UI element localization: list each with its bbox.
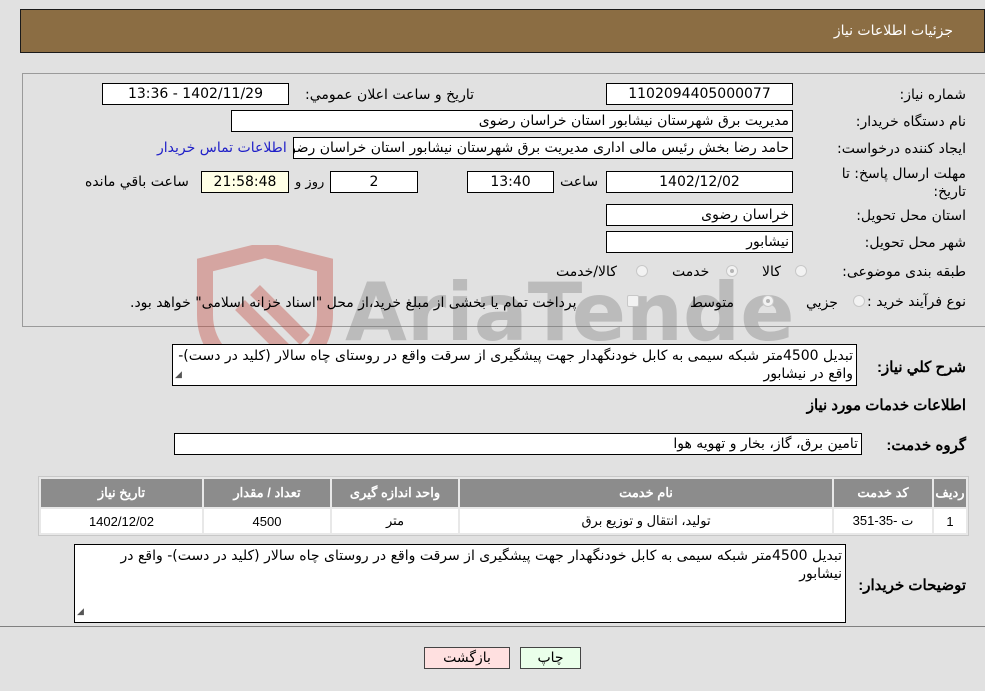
category-both-label: کالا/خدمت	[556, 264, 617, 280]
buyer-contact-link[interactable]: اطلاعات تماس خریدار	[157, 140, 287, 156]
cell-qty: 4500	[204, 509, 330, 533]
process-medium-radio[interactable]	[762, 295, 774, 307]
deadline-time-field: 13:40	[467, 171, 554, 193]
deadline-date-field: 1402/12/02	[606, 171, 793, 193]
divider	[0, 626, 985, 627]
announce-date-field: 1402/11/29 - 13:36	[102, 83, 289, 105]
category-both-radio[interactable]	[636, 265, 648, 277]
table-row: 1 ت -35-351 تولید، انتقال و توزیع برق مت…	[41, 509, 966, 533]
city-field: نیشابور	[606, 231, 793, 253]
buyer-org-field: مدیریت برق شهرستان نیشابور استان خراسان …	[231, 110, 793, 132]
table-header-row: ردیف کد خدمت نام خدمت واحد اندازه گیری ت…	[41, 479, 966, 507]
process-minor-radio[interactable]	[853, 295, 865, 307]
announce-label: تاریخ و ساعت اعلان عمومي:	[305, 87, 474, 103]
cell-unit: متر	[332, 509, 458, 533]
city-label: شهر محل تحویل:	[864, 235, 966, 251]
need-number-label: شماره نیاز:	[899, 87, 967, 103]
cell-code: ت -35-351	[834, 509, 932, 533]
cell-date: 1402/12/02	[41, 509, 202, 533]
service-group-label: گروه خدمت:	[886, 437, 966, 454]
col-qty-header: تعداد / مقدار	[204, 479, 330, 507]
process-minor-label: جزیي	[806, 295, 838, 311]
category-goods-label: کالا	[762, 264, 781, 280]
page-title: جزئیات اطلاعات نیاز	[833, 23, 953, 39]
buyer-notes-textarea[interactable]: تبدیل 4500متر شبکه سیمی به کابل خودنگهدا…	[74, 544, 846, 623]
resize-grip-icon[interactable]: ◢	[175, 366, 182, 384]
category-service-label: خدمت	[672, 264, 710, 280]
remaining-time-field: 21:58:48	[201, 171, 289, 193]
treasury-note: پرداخت تمام یا بخشی از مبلغ خرید،از محل …	[130, 295, 577, 311]
province-field: خراسان رضوی	[606, 204, 793, 226]
category-label: طبقه بندی موضوعی:	[842, 264, 966, 280]
deadline-label: مهلت ارسال پاسخ: تا تاریخ:	[841, 166, 966, 200]
cell-name: تولید، انتقال و توزیع برق	[460, 509, 832, 533]
province-label: استان محل تحویل:	[856, 208, 966, 224]
print-button[interactable]: چاپ	[520, 647, 581, 669]
col-unit-header: واحد اندازه گیری	[332, 479, 458, 507]
summary-textarea[interactable]: تبدیل 4500متر شبکه سیمی به کابل خودنگهدا…	[172, 344, 857, 386]
col-date-header: تاریخ نیاز	[41, 479, 202, 507]
cell-row: 1	[934, 509, 966, 533]
category-service-radio[interactable]	[726, 265, 738, 277]
service-group-field: تامین برق، گاز، بخار و تهویه هوا	[174, 433, 862, 455]
buyer-notes-label: توضیحات خریدار:	[858, 577, 966, 594]
col-code-header: کد خدمت	[834, 479, 932, 507]
back-button[interactable]: بازگشت	[424, 647, 510, 669]
col-name-header: نام خدمت	[460, 479, 832, 507]
need-number-field: 1102094405000077	[606, 83, 793, 105]
treasury-checkbox[interactable]	[627, 295, 639, 307]
process-label: نوع فرآیند خرید :	[867, 294, 966, 310]
category-goods-radio[interactable]	[795, 265, 807, 277]
buyer-org-label: نام دستگاه خریدار:	[855, 114, 966, 130]
resize-grip-icon[interactable]: ◢	[77, 603, 84, 621]
deadline-time-label: ساعت	[560, 174, 599, 190]
page-header: جزئیات اطلاعات نیاز	[20, 9, 985, 53]
remaining-days-field: 2	[330, 171, 418, 193]
creator-label: ایجاد کننده درخواست:	[837, 141, 966, 157]
services-table: ردیف کد خدمت نام خدمت واحد اندازه گیری ت…	[38, 476, 969, 536]
buyer-notes-text: تبدیل 4500متر شبکه سیمی به کابل خودنگهدا…	[120, 548, 843, 582]
days-label: روز و	[295, 175, 325, 190]
col-row-header: ردیف	[934, 479, 966, 507]
remaining-label: ساعت باقي مانده	[85, 174, 189, 190]
creator-field: حامد رضا بخش رئیس مالی اداری مدیریت برق …	[293, 137, 793, 159]
summary-text: تبدیل 4500متر شبکه سیمی به کابل خودنگهدا…	[178, 348, 853, 382]
summary-label: شرح کلي نیاز:	[877, 359, 966, 376]
process-medium-label: متوسط	[690, 295, 734, 311]
services-section-title: اطلاعات خدمات مورد نیاز	[806, 397, 966, 414]
